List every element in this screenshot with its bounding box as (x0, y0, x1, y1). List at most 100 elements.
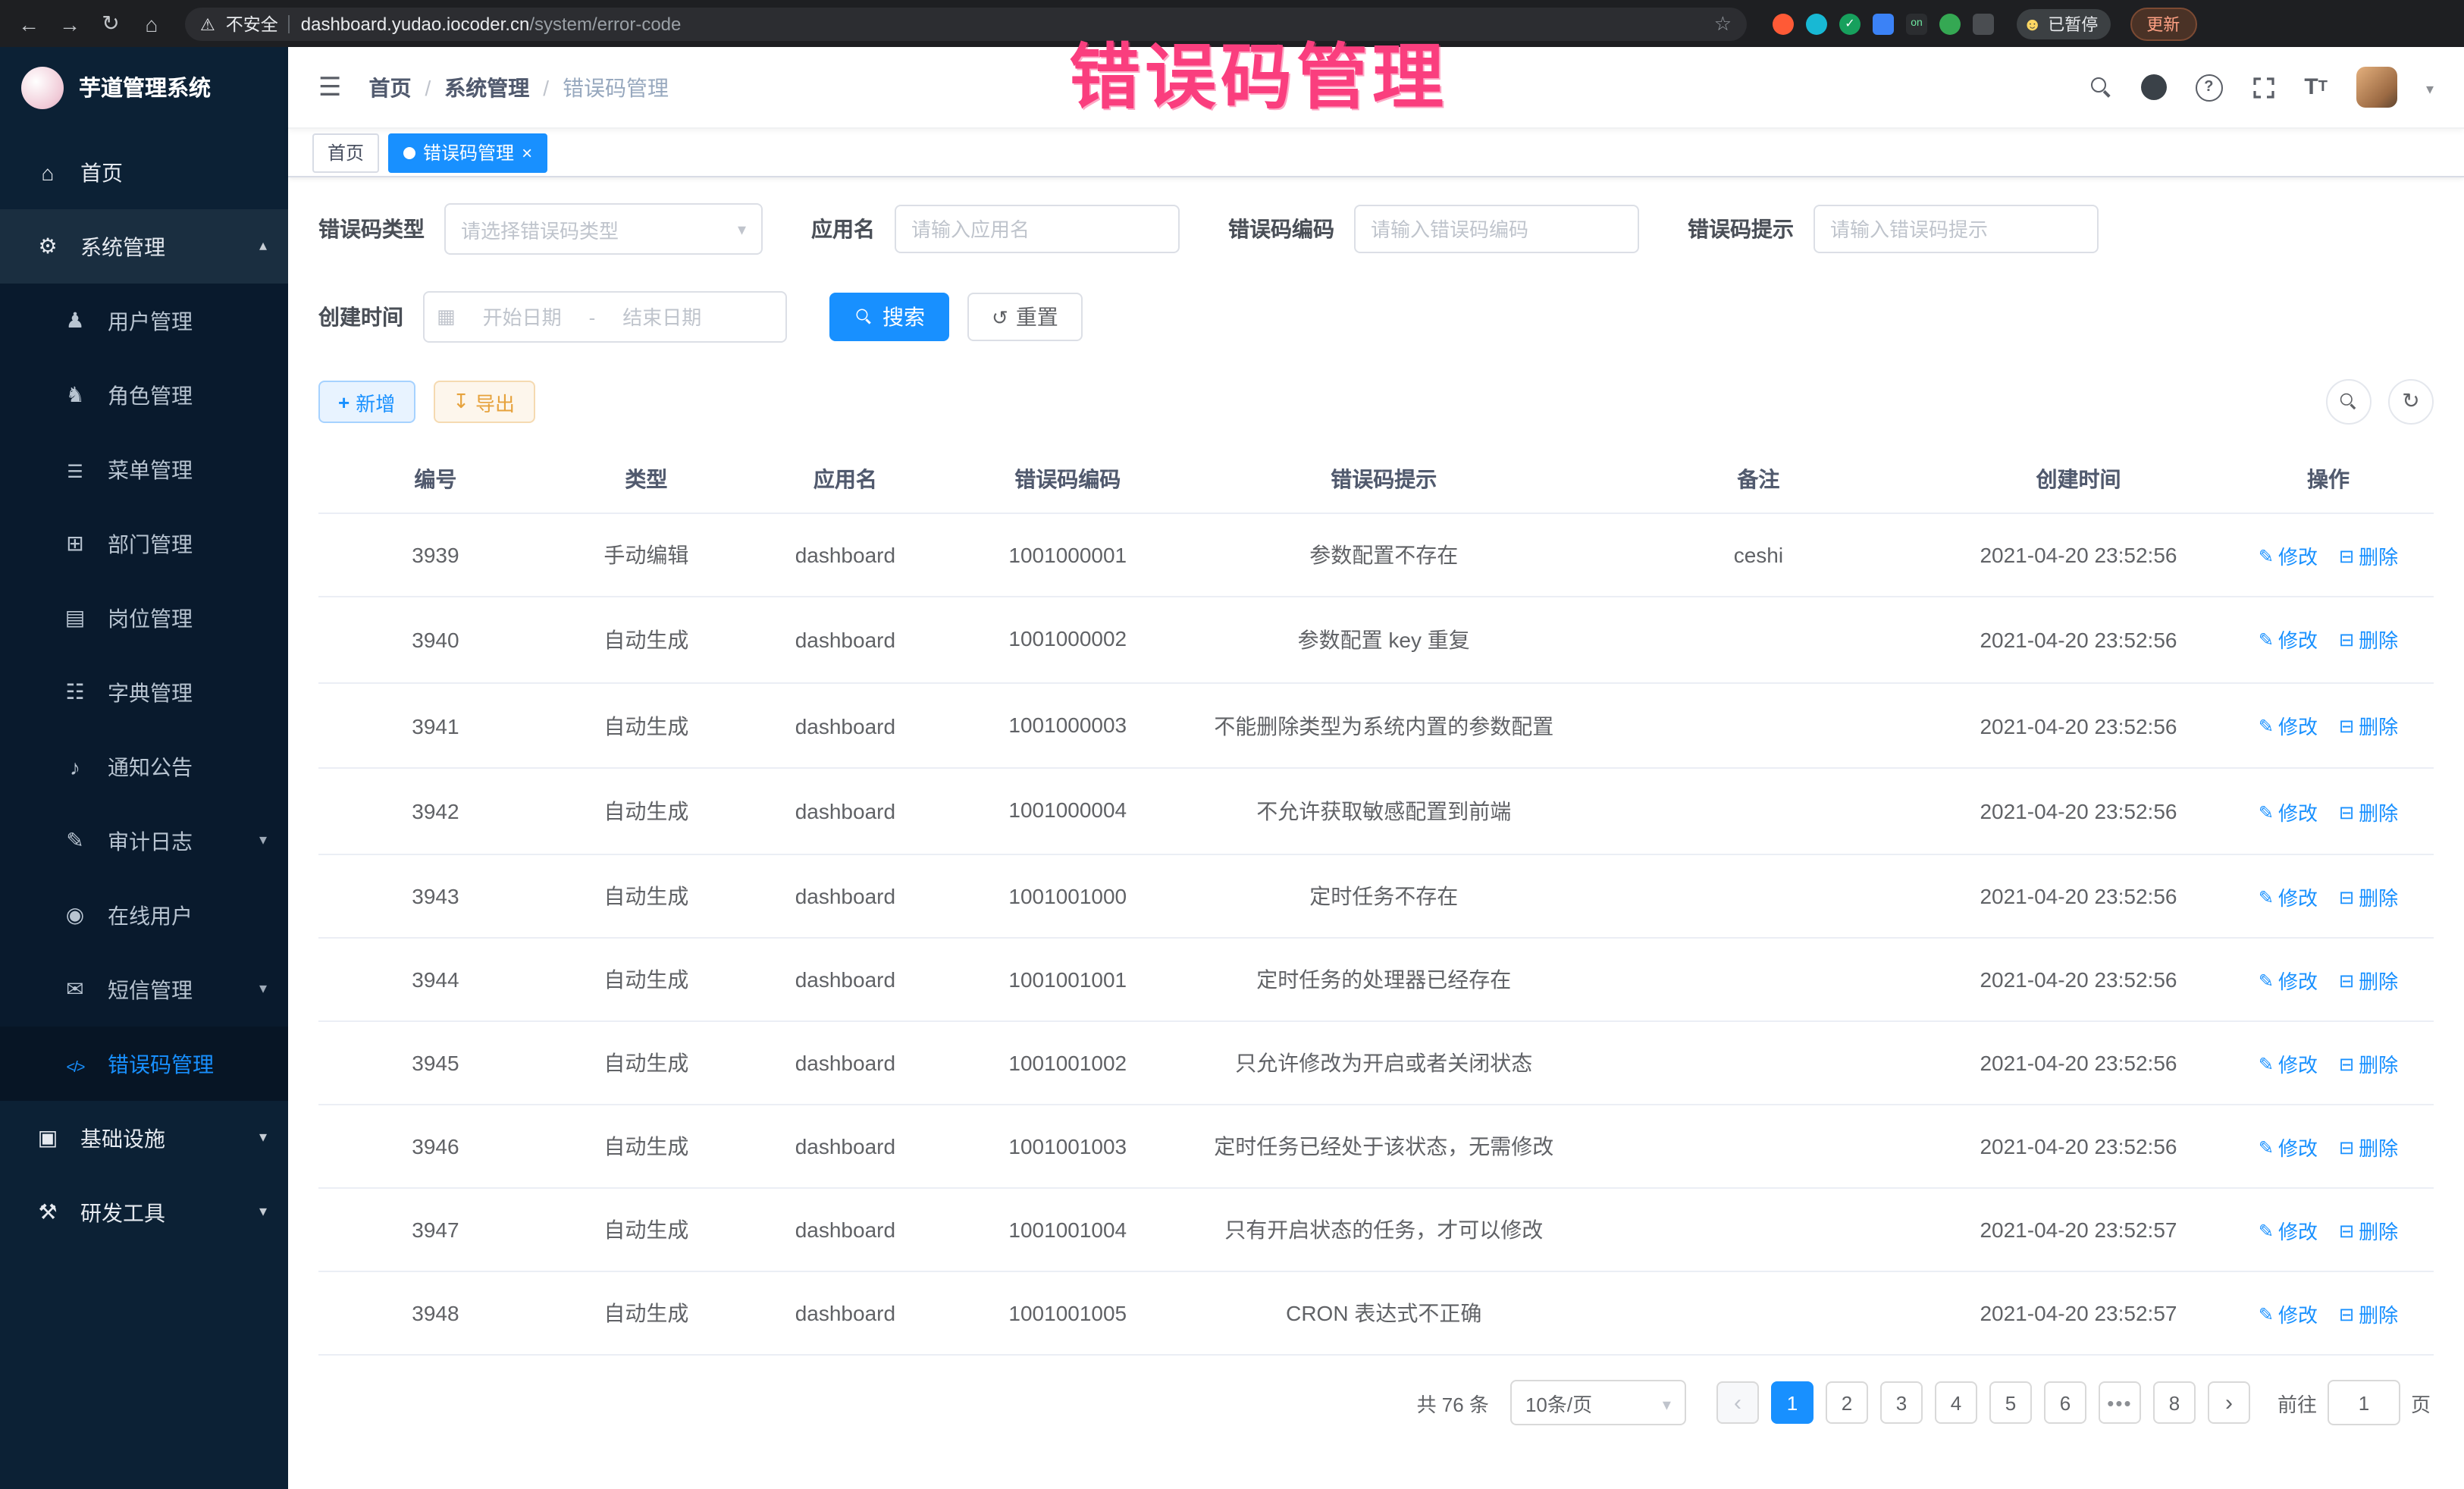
edit-link[interactable]: 修改 (2259, 882, 2318, 911)
delete-link[interactable]: 删除 (2339, 541, 2398, 569)
browser-home-icon[interactable]: ⌂ (138, 11, 165, 36)
extension-icon[interactable]: ✓ (1839, 13, 1861, 34)
cell-type: 自动生成 (553, 938, 740, 1021)
sidebar-item[interactable]: 审计日志 ▾ (0, 804, 288, 878)
edit-link[interactable]: 修改 (2259, 541, 2318, 569)
export-button[interactable]: 导出 (433, 381, 534, 423)
refresh-button[interactable] (2388, 379, 2434, 425)
delete-link[interactable]: 删除 (2339, 1049, 2398, 1077)
edit-link[interactable]: 修改 (2259, 1132, 2318, 1161)
forward-icon[interactable]: → (56, 11, 83, 36)
reload-icon[interactable]: ↻ (97, 11, 124, 36)
fullscreen-icon[interactable] (2251, 75, 2275, 99)
app-name-input[interactable] (895, 205, 1180, 253)
chevron-down-icon[interactable] (2426, 74, 2434, 101)
search-icon[interactable] (2090, 77, 2111, 98)
add-button[interactable]: 新增 (318, 381, 415, 423)
page-number-button[interactable]: 2 (1826, 1381, 1868, 1424)
end-date-input[interactable] (603, 304, 721, 330)
puzzle-extension-icon[interactable] (1973, 13, 1994, 34)
delete-link[interactable]: 删除 (2339, 797, 2398, 826)
page-number-button[interactable]: 8 (2153, 1381, 2196, 1424)
sidebar-item[interactable]: 首页 (0, 135, 288, 209)
tag-close-icon[interactable]: × (522, 142, 532, 163)
reset-button[interactable]: 重置 (967, 293, 1083, 341)
extension-icon[interactable]: on (1906, 13, 1927, 34)
toggle-search-button[interactable] (2326, 379, 2372, 425)
page-number-button[interactable]: 3 (1880, 1381, 1923, 1424)
sidebar-item[interactable]: 在线用户 (0, 878, 288, 952)
extension-icon[interactable] (1939, 13, 1961, 34)
paused-badge[interactable]: 已暂停 (2017, 8, 2110, 39)
sidebar-item[interactable]: 错误码管理 (0, 1027, 288, 1101)
address-bar[interactable]: 不安全 dashboard.yudao.iocoder.cn/system/er… (185, 7, 1747, 40)
error-code-input[interactable] (1354, 205, 1639, 253)
delete-link[interactable]: 删除 (2339, 711, 2398, 740)
goto-page-input[interactable] (2328, 1380, 2400, 1425)
page-number-button[interactable]: 5 (1989, 1381, 2032, 1424)
sidebar-item[interactable]: 角色管理 (0, 358, 288, 432)
error-msg-input[interactable] (1814, 205, 2099, 253)
prev-page-button[interactable] (1716, 1381, 1759, 1424)
tag[interactable]: 错误码管理 × (388, 133, 547, 172)
back-icon[interactable]: ← (15, 11, 42, 36)
delete-link[interactable]: 删除 (2339, 882, 2398, 911)
sidebar-item[interactable]: 通知公告 (0, 729, 288, 804)
update-button[interactable]: 更新 (2130, 7, 2196, 40)
delete-link[interactable]: 删除 (2339, 1132, 2398, 1161)
extension-icon[interactable] (1773, 13, 1794, 34)
next-page-button[interactable] (2208, 1381, 2250, 1424)
collapse-sidebar-icon[interactable] (318, 72, 342, 102)
edit-link[interactable]: 修改 (2259, 1049, 2318, 1077)
page-size-select[interactable]: 10条/页 (1510, 1380, 1686, 1425)
edit-link[interactable]: 修改 (2259, 965, 2318, 994)
sidebar-item[interactable]: 系统管理 ▴ (0, 209, 288, 284)
breadcrumb-item[interactable]: 系统管理 (444, 72, 529, 102)
sidebar-item[interactable]: 短信管理 ▾ (0, 952, 288, 1027)
column-header: 错误码提示 (1185, 446, 1583, 513)
github-icon[interactable] (2140, 74, 2166, 100)
page-number-button[interactable]: 6 (2044, 1381, 2086, 1424)
cell-id: 3941 (318, 682, 553, 768)
error-type-select[interactable]: 请选择错误码类型 (444, 203, 763, 255)
breadcrumb-item[interactable]: 首页 (369, 72, 412, 102)
delete-link[interactable]: 删除 (2339, 1215, 2398, 1244)
menu-label: 错误码管理 (108, 1049, 214, 1079)
page-number-button[interactable]: ••• (2099, 1381, 2141, 1424)
security-label[interactable]: 不安全 (226, 11, 278, 36)
edit-link[interactable]: 修改 (2259, 625, 2318, 654)
sidebar-menu: 首页 系统管理 ▴ 用户管理 (0, 127, 288, 1249)
column-header: 类型 (553, 446, 740, 513)
sidebar-item[interactable]: 部门管理 (0, 506, 288, 581)
page-number-button[interactable]: 4 (1935, 1381, 1977, 1424)
menu-label: 研发工具 (80, 1197, 165, 1227)
sidebar-item[interactable]: 字典管理 (0, 655, 288, 729)
help-icon[interactable] (2195, 74, 2222, 101)
table-header-row: 编号类型应用名错误码编码错误码提示备注创建时间操作 (318, 446, 2434, 513)
sidebar-item[interactable]: 用户管理 (0, 284, 288, 358)
search-button[interactable]: 搜索 (829, 293, 949, 341)
tag[interactable]: 首页 × (312, 133, 379, 172)
delete-link[interactable]: 删除 (2339, 965, 2398, 994)
edit-link[interactable]: 修改 (2259, 1299, 2318, 1328)
app-logo[interactable]: 芋道管理系统 (0, 47, 288, 127)
avatar[interactable] (2356, 67, 2397, 108)
extension-icon[interactable] (1806, 13, 1827, 34)
code-value: 1001000003 (1004, 709, 1131, 741)
edit-label: 修改 (2278, 965, 2318, 994)
sidebar-item[interactable]: 研发工具 ▾ (0, 1175, 288, 1249)
sidebar-item[interactable]: 岗位管理 (0, 581, 288, 655)
date-range-picker[interactable]: - (423, 291, 787, 343)
delete-link[interactable]: 删除 (2339, 625, 2398, 654)
edit-link[interactable]: 修改 (2259, 711, 2318, 740)
start-date-input[interactable] (463, 304, 582, 330)
extension-icon[interactable] (1873, 13, 1894, 34)
sidebar-item[interactable]: 基础设施 ▾ (0, 1101, 288, 1175)
edit-link[interactable]: 修改 (2259, 797, 2318, 826)
delete-link[interactable]: 删除 (2339, 1299, 2398, 1328)
sidebar-item[interactable]: 菜单管理 (0, 432, 288, 506)
font-size-icon[interactable] (2304, 74, 2328, 101)
bookmark-star-icon[interactable] (1714, 10, 1732, 37)
edit-link[interactable]: 修改 (2259, 1215, 2318, 1244)
page-number-button[interactable]: 1 (1771, 1381, 1814, 1424)
